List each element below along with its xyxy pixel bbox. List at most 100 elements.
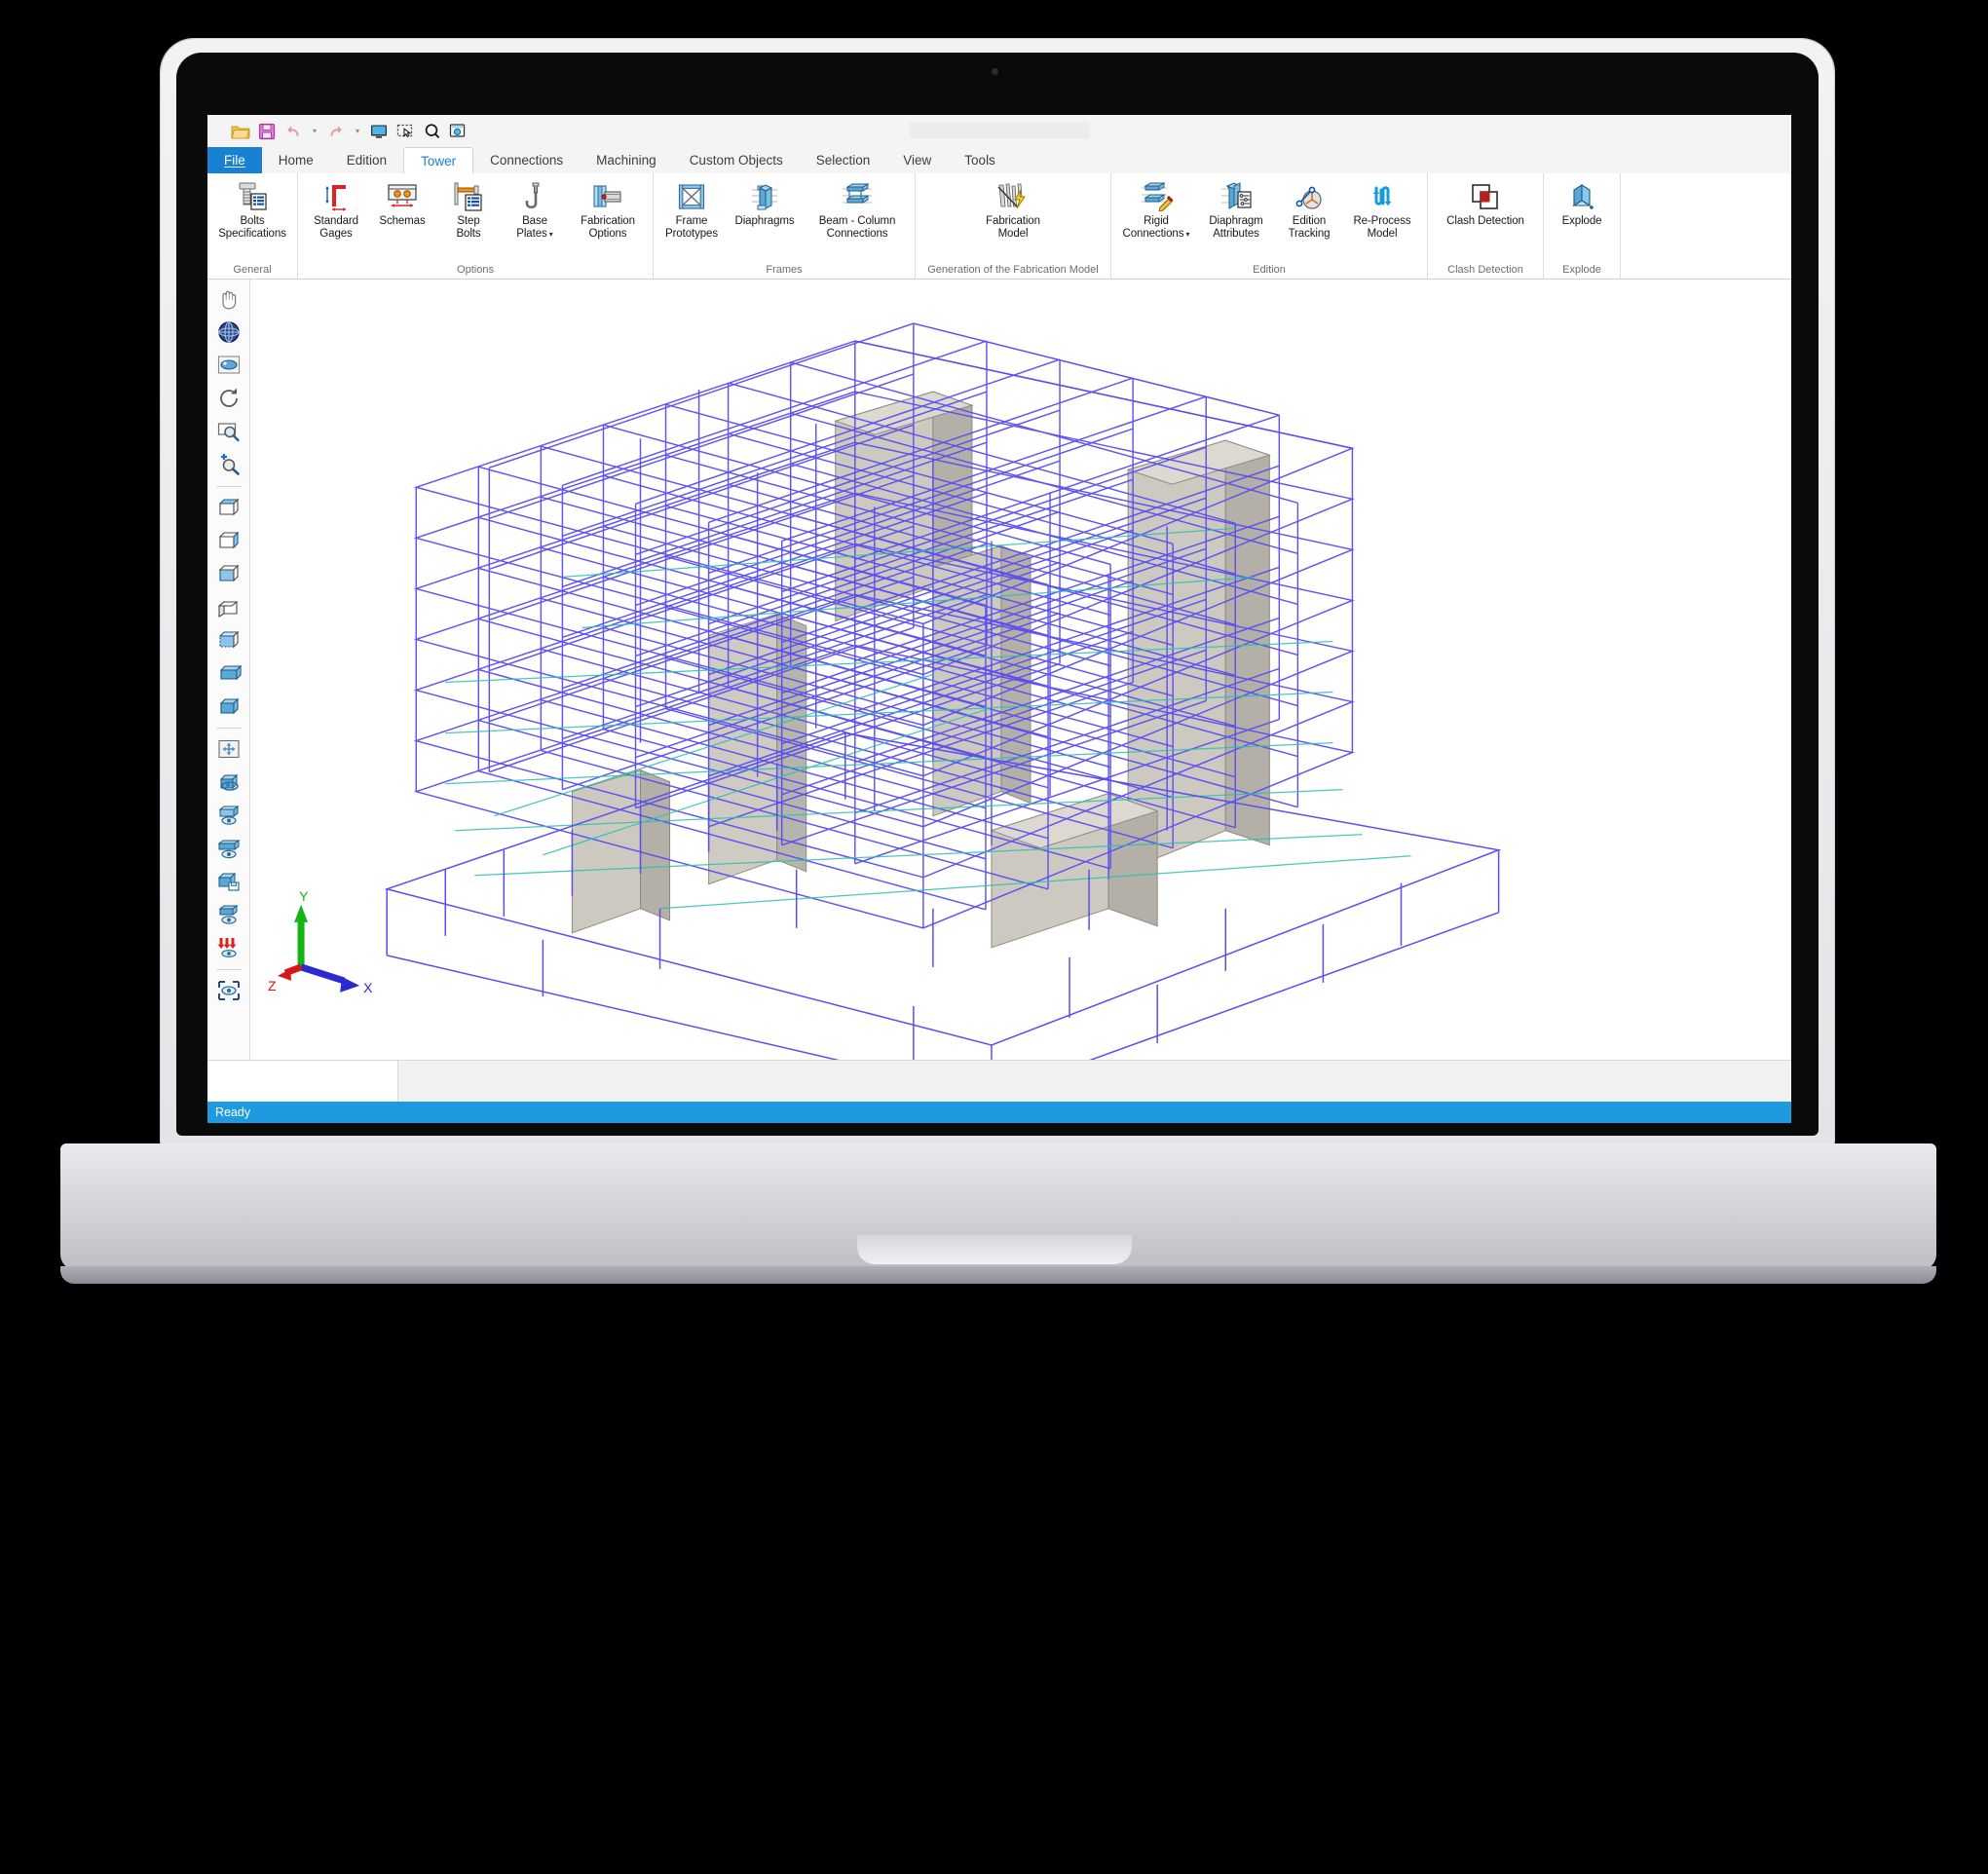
re-process-model-line1: Re-Process bbox=[1353, 215, 1411, 227]
ribbon-group-general: Bolts Specifications General bbox=[207, 173, 298, 279]
view-right-icon[interactable] bbox=[212, 657, 245, 689]
undo-caret-icon[interactable]: ▾ bbox=[310, 127, 319, 135]
orbit-globe-icon[interactable] bbox=[212, 317, 245, 348]
rigid-connections-line1: Rigid bbox=[1144, 215, 1169, 227]
tab-connections[interactable]: Connections bbox=[473, 147, 580, 173]
screen-icon[interactable] bbox=[369, 122, 389, 141]
ribbon-group-options: Standard Gages Schemas Step Bolts Base P… bbox=[298, 173, 654, 279]
view-bottom-icon[interactable] bbox=[212, 558, 245, 589]
section-view-icon[interactable] bbox=[212, 800, 245, 831]
tab-file[interactable]: File bbox=[207, 147, 262, 173]
snapshot-icon[interactable] bbox=[448, 122, 468, 141]
frame-prototypes-button[interactable]: Frame Prototypes bbox=[659, 178, 724, 250]
status-bar: Ready bbox=[207, 1102, 1791, 1123]
quick-access-toolbar: ▾ ▾ bbox=[207, 115, 1791, 147]
step-bolts-line1: Step bbox=[457, 215, 480, 227]
view-toolbar bbox=[207, 280, 250, 1060]
clash-detection-line1: Clash Detection bbox=[1446, 215, 1524, 227]
redo-icon[interactable] bbox=[326, 122, 346, 141]
fabrication-options-line2: Options bbox=[588, 227, 627, 240]
pan-hand-icon[interactable] bbox=[212, 283, 245, 315]
dynamic-rotate-icon[interactable] bbox=[212, 350, 245, 381]
bolt-specifications-icon bbox=[236, 180, 269, 213]
tab-tools[interactable]: Tools bbox=[948, 147, 1012, 173]
laptop-camera bbox=[992, 68, 998, 75]
clash-detection-button[interactable]: Clash Detection bbox=[1434, 178, 1537, 250]
rotate-model-icon[interactable] bbox=[212, 767, 245, 798]
tab-view[interactable]: View bbox=[886, 147, 948, 173]
model-viewport[interactable]: Y X Z bbox=[250, 280, 1791, 1060]
clip-planes-icon[interactable] bbox=[212, 932, 245, 963]
toolbar-separator-2 bbox=[215, 728, 242, 729]
zoom-extents-icon[interactable] bbox=[212, 733, 245, 765]
section-box-icon[interactable] bbox=[212, 833, 245, 864]
bolts-specifications-button[interactable]: Bolts Specifications bbox=[213, 178, 291, 250]
open-icon[interactable] bbox=[231, 122, 250, 141]
hide-view-icon[interactable] bbox=[212, 899, 245, 930]
diaphragms-icon bbox=[748, 180, 781, 213]
base-plates-dropdown-icon[interactable]: ▾ bbox=[547, 230, 553, 239]
standard-gages-button[interactable]: Standard Gages bbox=[304, 178, 368, 250]
select-window-icon[interactable] bbox=[395, 122, 415, 141]
view-iso-icon[interactable] bbox=[212, 691, 245, 722]
tab-home[interactable]: Home bbox=[262, 147, 330, 173]
tab-edition[interactable]: Edition bbox=[330, 147, 403, 173]
rotate-view-icon[interactable] bbox=[212, 383, 245, 414]
diaphragms-button[interactable]: Diaphragms bbox=[726, 178, 804, 250]
fabrication-model-line1: Fabrication bbox=[986, 215, 1040, 227]
bolts-specifications-line1: Bolts bbox=[240, 215, 265, 227]
zoom-window-icon[interactable] bbox=[212, 416, 245, 447]
command-strip bbox=[207, 1060, 1791, 1102]
command-input-area[interactable] bbox=[207, 1061, 398, 1102]
ribbon-group-clash-detection-label: Clash Detection bbox=[1447, 264, 1523, 276]
laptop-base-shadow bbox=[60, 1266, 1936, 1284]
beam-column-connections-icon bbox=[840, 180, 875, 213]
ribbon-group-options-label: Options bbox=[457, 264, 494, 276]
save-icon[interactable] bbox=[257, 122, 277, 141]
undo-icon[interactable] bbox=[283, 122, 303, 141]
tab-selection[interactable]: Selection bbox=[800, 147, 887, 173]
zoom-icon[interactable] bbox=[422, 122, 441, 141]
svg-text:Z: Z bbox=[268, 978, 277, 993]
ribbon-group-fabrication-generation: Fabrication Model Generation of the Fabri… bbox=[916, 173, 1111, 279]
step-bolts-button[interactable]: Step Bolts bbox=[436, 178, 501, 250]
edition-tracking-line2: Tracking bbox=[1288, 227, 1331, 240]
schemas-button[interactable]: Schemas bbox=[370, 178, 434, 250]
step-bolts-line2: Bolts bbox=[456, 227, 481, 240]
diaphragm-attributes-button[interactable]: Diaphragm Attributes bbox=[1197, 178, 1275, 250]
beam-column-connections-line2: Connections bbox=[826, 227, 888, 240]
ribbon-group-clash-detection: Clash Detection Clash Detection bbox=[1428, 173, 1544, 279]
beam-column-connections-button[interactable]: Beam - Column Connections bbox=[806, 178, 909, 250]
tab-machining[interactable]: Machining bbox=[580, 147, 673, 173]
edition-tracking-icon bbox=[1294, 180, 1325, 213]
frame-prototypes-line2: Prototypes bbox=[665, 227, 718, 240]
explode-button[interactable]: Explode bbox=[1550, 178, 1614, 250]
base-plates-button[interactable]: Base Plates ▾ bbox=[503, 178, 567, 250]
view-left-icon[interactable] bbox=[212, 591, 245, 622]
fabrication-options-button[interactable]: Fabrication Options bbox=[569, 178, 647, 250]
edition-tracking-line1: Edition bbox=[1292, 215, 1327, 227]
rigid-connections-button[interactable]: Rigid Connections ▾ bbox=[1117, 178, 1195, 250]
save-view-icon[interactable] bbox=[212, 866, 245, 897]
toolbar-separator bbox=[215, 486, 242, 487]
view-back-icon[interactable] bbox=[212, 624, 245, 656]
tab-tower[interactable]: Tower bbox=[403, 147, 474, 174]
step-bolts-icon bbox=[452, 180, 485, 213]
redo-caret-icon[interactable]: ▾ bbox=[353, 127, 362, 135]
edition-tracking-button[interactable]: Edition Tracking bbox=[1277, 178, 1341, 250]
ribbon-group-frames-label: Frames bbox=[766, 264, 803, 276]
diaphragm-attributes-line1: Diaphragm bbox=[1209, 215, 1263, 227]
rigid-connections-dropdown-icon[interactable]: ▾ bbox=[1183, 230, 1190, 239]
rigid-connections-line2: Connections bbox=[1122, 227, 1184, 240]
frame-prototypes-line1: Frame bbox=[675, 215, 708, 227]
view-front-icon[interactable] bbox=[212, 525, 245, 556]
re-process-model-button[interactable]: Re-Process Model bbox=[1343, 178, 1421, 250]
frame-prototypes-icon bbox=[676, 180, 707, 213]
diaphragms-line1: Diaphragms bbox=[734, 215, 795, 227]
tab-custom-objects[interactable]: Custom Objects bbox=[673, 147, 800, 173]
fabrication-model-button[interactable]: Fabrication Model bbox=[974, 178, 1052, 250]
view-top-icon[interactable] bbox=[212, 492, 245, 523]
zoom-in-icon[interactable] bbox=[212, 449, 245, 480]
show-all-icon[interactable] bbox=[212, 975, 245, 1006]
fabrication-model-line2: Model bbox=[997, 227, 1029, 240]
